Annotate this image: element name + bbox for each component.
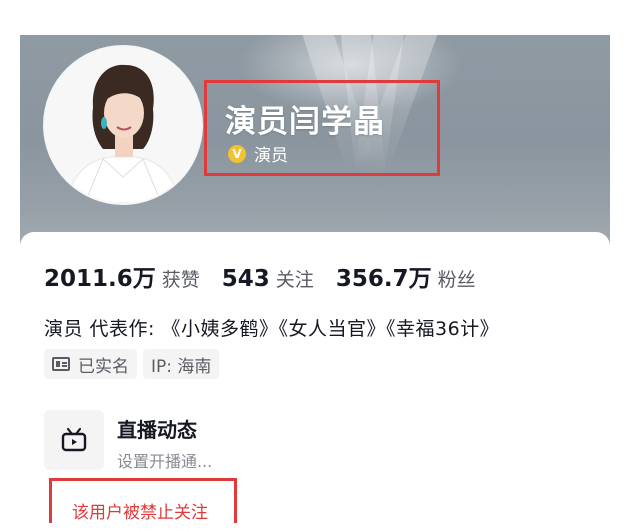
likes-label: 获赞 — [161, 269, 200, 291]
follow-banned-notice: 该用户被禁止关注 — [72, 503, 208, 523]
profile-bio: 演员 代表作: 《小姨多鹤》《女人当官》《幸福36计》 — [44, 318, 500, 340]
live-status-tile[interactable] — [44, 410, 104, 470]
profile-display-name: 演员闫学晶 — [225, 104, 385, 140]
following-label[interactable]: 关注 — [276, 265, 314, 292]
following-count[interactable]: 543 — [222, 266, 270, 292]
ip-location-tag: IP: 海南 — [143, 349, 220, 379]
tv-icon — [61, 427, 87, 452]
avatar[interactable] — [45, 47, 201, 203]
stats-row: 2011.6万 获赞 543 关注 356.7万 粉丝 — [44, 259, 498, 293]
verified-label: 演员 — [254, 146, 288, 166]
live-status-subtitle[interactable]: 设置开播通... — [117, 448, 212, 472]
ip-location-label: IP: 海南 — [151, 356, 212, 377]
profile-tags: 已实名 IP: 海南 — [44, 349, 225, 379]
verified-v-icon: V — [228, 144, 246, 163]
likes-count: 2011.6万 — [44, 266, 156, 292]
followers-count[interactable]: 356.7万 — [336, 259, 432, 293]
avatar-portrait — [45, 47, 201, 203]
verified-name-label: 已实名 — [78, 356, 129, 377]
verified-name-tag: 已实名 — [44, 349, 137, 379]
verified-row: V 演员 — [228, 141, 288, 166]
id-card-icon — [52, 357, 70, 371]
live-status-title[interactable]: 直播动态 — [117, 414, 197, 443]
followers-label[interactable]: 粉丝 — [438, 265, 476, 292]
